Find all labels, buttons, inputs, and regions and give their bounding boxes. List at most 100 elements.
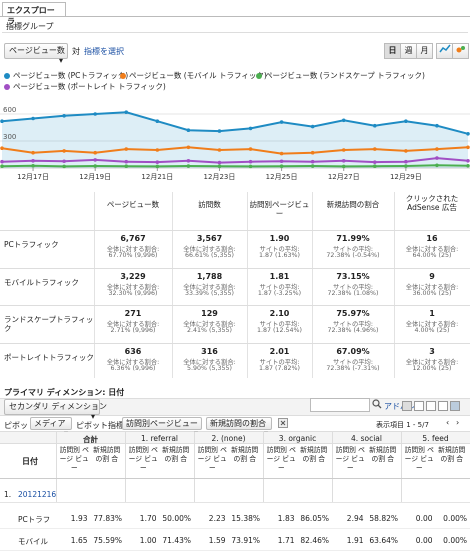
summary-value: 1 <box>429 309 435 318</box>
pivot-row-label: PCトラフ <box>18 515 51 524</box>
pivot-subheader[interactable]: 新規訪問の割 合 <box>367 446 400 464</box>
table-view-icon[interactable] <box>402 401 412 411</box>
primary-dimension-value[interactable]: 日付 <box>108 388 124 397</box>
legend-dot <box>256 73 262 79</box>
pivot-cell: 1.00 <box>139 536 157 545</box>
data-point <box>373 147 377 151</box>
pivot-subheader[interactable]: 新規訪問の割 合 <box>436 446 469 464</box>
pivot-column-divider <box>401 432 402 502</box>
data-point <box>341 159 346 163</box>
summary-value: 75.97% <box>336 309 370 318</box>
legend-item-mobile[interactable]: ページビュー数 (モバイル トラフィック) <box>120 70 267 81</box>
data-point <box>217 129 222 133</box>
pivot-table: 合計 1. referral 2. (none) 3. organic 4. socia… <box>0 432 470 551</box>
data-point <box>62 149 66 153</box>
x-tick-label: 12月25日 <box>266 173 298 181</box>
period-month-button[interactable]: 月 <box>416 43 433 59</box>
comparison-view-icon[interactable] <box>438 401 448 411</box>
pivot-cell: 75.59% <box>93 536 122 545</box>
row-divider <box>0 342 470 344</box>
pivot-cell: 1.59 <box>208 536 226 545</box>
data-point <box>0 164 4 168</box>
data-point <box>279 164 284 168</box>
data-point <box>248 126 253 131</box>
secondary-dimension-select[interactable]: セカンダリ ディメンション ▾ <box>4 399 107 421</box>
summary-row-label: ランドスケープトラフィック <box>4 315 94 333</box>
pivot-subheader[interactable]: 新規訪問の割 合 <box>229 446 262 464</box>
data-point <box>186 164 191 168</box>
pivot-date-link[interactable]: 20121216 <box>18 490 56 499</box>
pivot-metric2-select[interactable]: 新規訪問の割合▾ <box>206 417 272 438</box>
data-point <box>31 150 35 155</box>
primary-dimension-label: プライマリ ディメンション: <box>4 388 106 397</box>
legend-item-pc[interactable]: ページビュー数 (PCトラフィック) <box>4 70 128 81</box>
summary-value: 636 <box>124 346 142 356</box>
summary-value: 67.09% <box>336 346 370 356</box>
data-point <box>248 159 253 164</box>
data-point <box>466 132 470 136</box>
summary-sub-value: 72.38% (-7.31%) <box>326 364 380 372</box>
data-point <box>310 164 315 168</box>
motion-chart-icon[interactable] <box>452 43 469 59</box>
line-chart-icon[interactable] <box>436 43 453 59</box>
select-metric-link[interactable]: 指標を選択 <box>84 46 124 57</box>
data-point <box>93 158 97 162</box>
pivot-group-header: 2. (none) <box>211 434 246 443</box>
pager-prev-icon[interactable]: ‹ <box>446 418 449 427</box>
pivot-metric1-select[interactable]: 訪問別ページビュー▾ <box>122 417 202 438</box>
close-icon[interactable] <box>278 418 288 430</box>
summary-sub-value: 72.38% (-0.54%) <box>326 252 380 259</box>
pivot-subheader[interactable]: 訪問別 ページ ビュー <box>403 446 436 473</box>
pager-next-icon[interactable]: › <box>456 418 459 427</box>
pivot-subheader[interactable]: 新規訪問の割 合 <box>91 446 124 464</box>
pivot-group-header: 1. referral <box>140 434 179 443</box>
data-point <box>62 164 66 169</box>
period-week-button[interactable]: 週 <box>400 43 417 59</box>
pivot-column-divider <box>332 432 333 502</box>
series-area <box>2 112 468 168</box>
summary-sub-value: 36.00% (25) <box>412 289 452 297</box>
pivot-subheader[interactable]: 訪問別 ページ ビュー <box>334 446 367 473</box>
data-point <box>373 160 377 164</box>
legend-item-landscape[interactable]: ページビュー数 (ランドスケープ トラフィック) <box>256 70 425 81</box>
data-point <box>93 150 97 155</box>
data-point <box>248 147 253 151</box>
x-tick-label: 12月29日 <box>390 173 422 181</box>
pivot-cell: 2.23 <box>208 514 226 523</box>
summary-value: 1.90 <box>269 234 290 243</box>
pivot-header-divider <box>0 478 470 479</box>
percent-view-icon[interactable] <box>414 401 424 411</box>
summary-sub-value: 67.70% (9,996) <box>108 252 158 259</box>
summary-value: 129 <box>201 309 218 318</box>
data-point <box>404 159 408 164</box>
vs-label: 対 <box>72 47 80 56</box>
pivot-cell: 71.43% <box>162 536 191 545</box>
search-icon[interactable] <box>372 399 382 411</box>
pivot-subheader[interactable]: 訪問別 ページ ビュー <box>196 446 229 473</box>
tab-metric-group[interactable]: 指標グループ <box>6 21 54 32</box>
data-point <box>31 116 35 121</box>
summary-sub-value: 32.30% (9,996) <box>108 289 158 297</box>
pivot-date-header[interactable]: 日付 <box>6 456 54 467</box>
pivot-column-divider <box>194 432 195 502</box>
performance-view-icon[interactable] <box>426 401 436 411</box>
pivot-subheader[interactable]: 訪問別 ページ ビュー <box>265 446 298 473</box>
pivot-subheader[interactable]: 新規訪問の割 合 <box>298 446 331 464</box>
pivot-select[interactable]: メディア▾ <box>30 417 72 438</box>
data-point <box>62 159 66 164</box>
tab-explorer[interactable]: エクスプローラ <box>2 2 66 26</box>
data-point <box>155 164 160 169</box>
pivot-subheader[interactable]: 訪問別 ページ ビュー <box>58 446 91 473</box>
summary-sub-value: 64.00% (25) <box>412 252 452 259</box>
pivot-view-icon[interactable] <box>450 401 460 411</box>
pivot-subheader[interactable]: 訪問別 ページ ビュー <box>127 446 160 473</box>
x-tick-label: 12月17日 <box>17 173 49 181</box>
table-search-input[interactable] <box>310 398 370 412</box>
pivot-subheader[interactable]: 新規訪問の割 合 <box>160 446 193 464</box>
pivot-group-header: 4. social <box>351 434 382 443</box>
summary-header: クリックされた AdSense 広告 <box>405 194 459 212</box>
summary-value: 3,229 <box>120 271 146 281</box>
period-day-button[interactable]: 日 <box>384 43 401 59</box>
pivot-cell: 82.46% <box>300 536 329 545</box>
metric-select[interactable]: ページビュー数 ▾ <box>4 43 68 65</box>
